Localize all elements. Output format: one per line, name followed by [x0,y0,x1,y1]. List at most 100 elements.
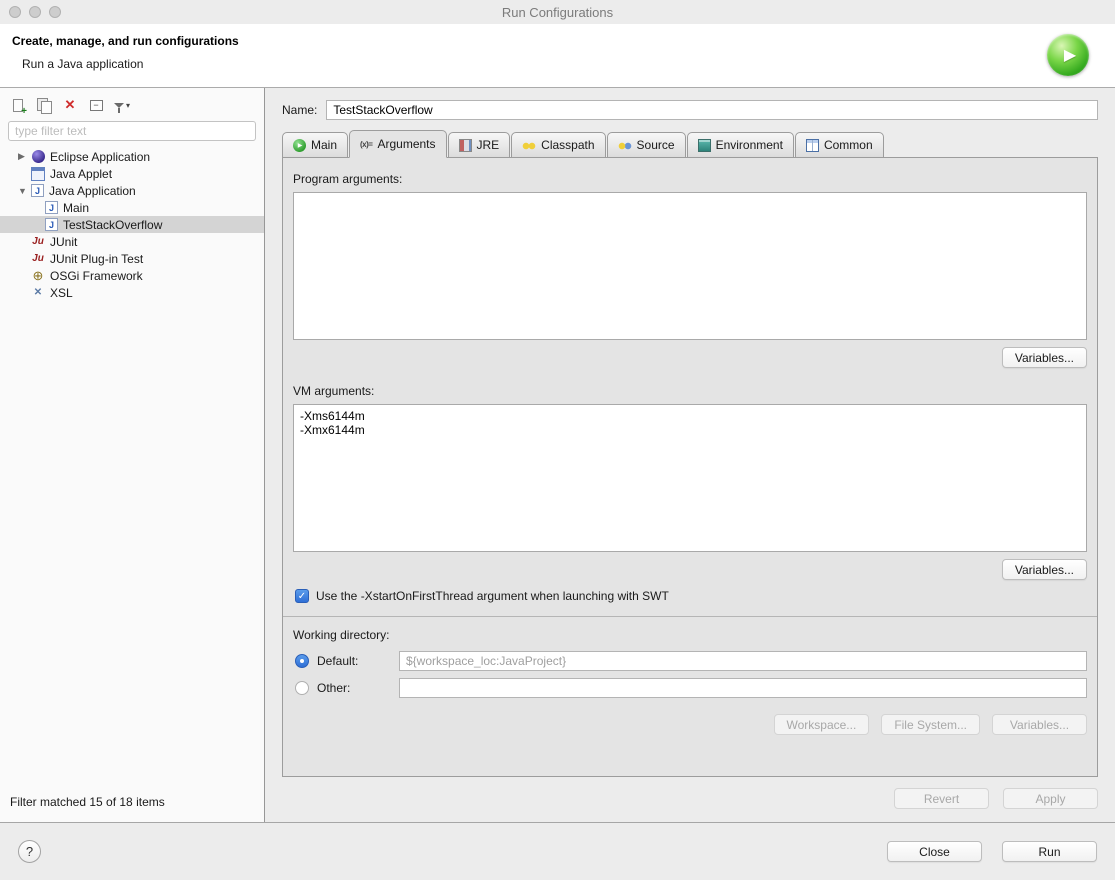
tree-item-label: Java Applet [50,166,113,181]
arguments-tab-icon: (x)= [360,139,373,149]
tab-classpath[interactable]: Classpath [511,132,606,158]
java-application-icon: J [31,184,44,197]
tree-item-label: JUnit Plug-in Test [50,251,144,266]
close-button[interactable]: Close [887,841,982,862]
tree-item-label: XSL [50,285,73,300]
titlebar: Run Configurations [0,0,1115,24]
tree-item-java-applet[interactable]: Java Applet [0,165,264,182]
tab-label: JRE [476,138,500,152]
vm-variables-button[interactable]: Variables... [1001,559,1087,580]
vm-arguments-textarea[interactable]: -Xms6144m -Xmx6144m [293,404,1087,552]
classpath-tab-icon [522,138,537,152]
environment-tab-icon [697,138,711,152]
tree-item-label: JUnit [50,234,78,249]
program-arguments-textarea[interactable] [293,192,1087,340]
other-radio-label: Other: [317,681,351,695]
jre-tab-icon [458,138,472,152]
osgi-framework-icon: ⊕ [32,267,44,283]
tab-arguments[interactable]: (x)= Arguments [349,130,447,158]
minimize-window-button[interactable] [29,6,41,18]
revert-apply-row: Revert Apply [282,777,1098,822]
java-launch-icon: J [45,201,58,214]
run-java-application-icon: ▶ [1047,34,1089,76]
config-tabs: ▶ Main (x)= Arguments JRE Classpath Sour… [282,130,1098,158]
working-directory-label: Working directory: [293,628,390,642]
vm-variables-row: Variables... [293,559,1087,580]
file-system-button[interactable]: File System... [881,714,980,735]
window-controls [9,0,61,24]
other-directory-input[interactable] [399,678,1087,698]
junit-plugin-icon: Ju [32,253,44,264]
tree-item-junit-plugin-test[interactable]: Ju JUnit Plug-in Test [0,250,264,267]
tab-label: Classpath [541,138,595,152]
filter-status: Filter matched 15 of 18 items [10,795,165,809]
swt-checkbox-row[interactable]: ✓ Use the -XstartOnFirstThread argument … [295,589,1087,603]
java-launch-icon: J [45,218,58,231]
tree-item-eclipse-application[interactable]: ▶ Eclipse Application [0,148,264,165]
name-input[interactable] [326,100,1098,120]
disclosure-collapsed-icon[interactable]: ▶ [18,151,31,162]
zoom-window-button[interactable] [49,6,61,18]
help-button[interactable]: ? [18,840,41,863]
dropdown-caret-icon: ▾ [125,100,130,110]
eclipse-application-icon [31,150,45,164]
tree-item-xsl[interactable]: ✕ XSL [0,284,264,301]
delete-configuration-icon[interactable]: ✕ [61,97,79,113]
tab-label: Common [823,138,873,152]
other-directory-row: Other: [295,678,1087,698]
configurations-tree: ▶ Eclipse Application Java Applet ▼ J Ja… [0,148,264,787]
dialog-body: ✕ − ▾ ▶ Eclipse Application Java Applet [0,88,1115,822]
header-subtitle: Run a Java application [22,57,144,71]
tab-label: Environment [715,138,783,152]
apply-button[interactable]: Apply [1003,788,1098,809]
name-row: Name: [282,100,1098,120]
other-radio[interactable] [295,681,309,695]
filter-input[interactable] [8,121,256,141]
tab-jre[interactable]: JRE [447,132,511,158]
document-icon [13,98,27,117]
duplicate-configuration-icon[interactable] [35,97,53,114]
default-radio[interactable] [295,654,309,668]
tree-item-osgi-framework[interactable]: ⊕ OSGi Framework [0,267,264,284]
junit-icon: Ju [32,236,44,247]
tab-environment[interactable]: Environment [686,132,794,158]
tree-item-main[interactable]: J Main [0,199,264,216]
workspace-button[interactable]: Workspace... [773,714,870,735]
run-configurations-dialog: Run Configurations Create, manage, and r… [0,0,1115,880]
default-directory-input[interactable] [399,651,1087,671]
tab-main[interactable]: ▶ Main [282,132,349,158]
tree-item-teststackoverflow[interactable]: J TestStackOverflow [0,216,264,233]
swt-checkbox[interactable]: ✓ [295,589,309,603]
vm-arguments-label: VM arguments: [293,384,375,398]
source-tab-icon [617,138,632,152]
program-arguments-label: Program arguments: [293,172,403,186]
filter-menu-icon[interactable]: ▾ [113,97,131,113]
swt-checkbox-label: Use the -XstartOnFirstThread argument wh… [316,589,669,603]
tree-item-label: TestStackOverflow [63,217,163,232]
window-title: Run Configurations [501,4,614,20]
program-variables-button[interactable]: Variables... [1001,347,1087,368]
tab-source[interactable]: Source [606,132,686,158]
directory-buttons-row: Workspace... File System... Variables... [293,714,1087,735]
run-button[interactable]: Run [1002,841,1097,862]
tab-common[interactable]: Common [794,132,884,158]
default-radio-label: Default: [317,654,359,668]
java-applet-icon [31,167,45,181]
header-title: Create, manage, and run configurations [12,34,239,48]
revert-button[interactable]: Revert [894,788,989,809]
tree-item-java-application[interactable]: ▼ J Java Application [0,182,264,199]
default-directory-row: Default: [295,651,1087,671]
directory-variables-button[interactable]: Variables... [992,714,1087,735]
close-window-button[interactable] [9,6,21,18]
tab-label: Main [311,138,338,152]
name-label: Name: [282,103,318,117]
collapse-all-icon[interactable]: − [87,97,105,113]
tree-item-label: OSGi Framework [50,268,143,283]
tree-item-junit[interactable]: Ju JUnit [0,233,264,250]
run-arrow-icon: ▶ [297,142,303,149]
xsl-icon: ✕ [33,287,43,298]
configuration-panel: Name: ▶ Main (x)= Arguments JRE [265,88,1115,822]
launch-config-sidebar: ✕ − ▾ ▶ Eclipse Application Java Applet [0,88,265,822]
new-configuration-icon[interactable] [9,97,27,117]
disclosure-expanded-icon[interactable]: ▼ [18,186,31,196]
